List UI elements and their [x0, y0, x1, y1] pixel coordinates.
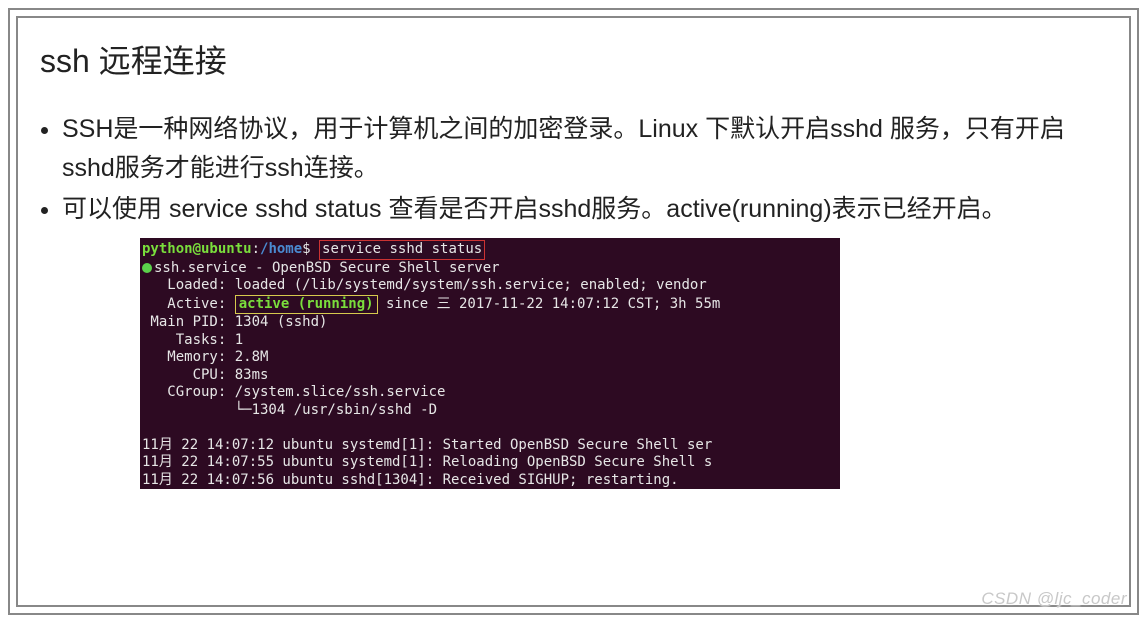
prompt-path: /home [260, 241, 302, 257]
cpu-line: CPU: 83ms [142, 367, 838, 385]
terminal-prompt-line: python@ubuntu:/home$ service sshd status [142, 240, 838, 260]
active-line: Active: active (running) since 三 2017-11… [142, 295, 838, 315]
prompt-sep: : [252, 241, 260, 257]
active-status: active (running) [239, 296, 374, 312]
watermark: CSDN @ljc_coder [981, 589, 1127, 609]
loaded-line: Loaded: loaded (/lib/systemd/system/ssh.… [142, 277, 838, 295]
log-line: 11月 22 14:07:56 ubuntu sshd[1304]: Recei… [142, 472, 838, 490]
bullet-list: SSH是一种网络协议，用于计算机之间的加密登录。Linux 下默认开启sshd … [40, 110, 1107, 228]
command-text: service sshd status [322, 241, 482, 257]
mainpid-line: Main PID: 1304 (sshd) [142, 314, 838, 332]
active-status-highlight: active (running) [235, 295, 378, 315]
terminal-screenshot: python@ubuntu:/home$ service sshd status… [140, 238, 840, 489]
cgroup-line: CGroup: /system.slice/ssh.service [142, 384, 838, 402]
service-line: ssh.service - OpenBSD Secure Shell serve… [142, 260, 838, 278]
memory-line: Memory: 2.8M [142, 349, 838, 367]
cgroup2-line: └─1304 /usr/sbin/sshd -D [142, 402, 838, 420]
prompt-user: python@ubuntu [142, 241, 252, 257]
status-dot-icon [142, 263, 152, 273]
active-suffix: since 三 2017-11-22 14:07:12 CST; 3h 55m [378, 296, 721, 312]
bullet-item: 可以使用 service sshd status 查看是否开启sshd服务。ac… [62, 190, 1107, 229]
prompt-end: $ [302, 241, 319, 257]
active-prefix: Active: [142, 296, 235, 312]
log-line: 11月 22 14:07:55 ubuntu systemd[1]: Reloa… [142, 454, 838, 472]
blank-line [142, 419, 838, 437]
service-text: ssh.service - OpenBSD Secure Shell serve… [154, 260, 500, 276]
slide-title: ssh 远程连接 [40, 36, 1107, 82]
bullet-item: SSH是一种网络协议，用于计算机之间的加密登录。Linux 下默认开启sshd … [62, 110, 1107, 188]
log-line: 11月 22 14:07:12 ubuntu systemd[1]: Start… [142, 437, 838, 455]
command-highlight: service sshd status [319, 240, 485, 260]
tasks-line: Tasks: 1 [142, 332, 838, 350]
